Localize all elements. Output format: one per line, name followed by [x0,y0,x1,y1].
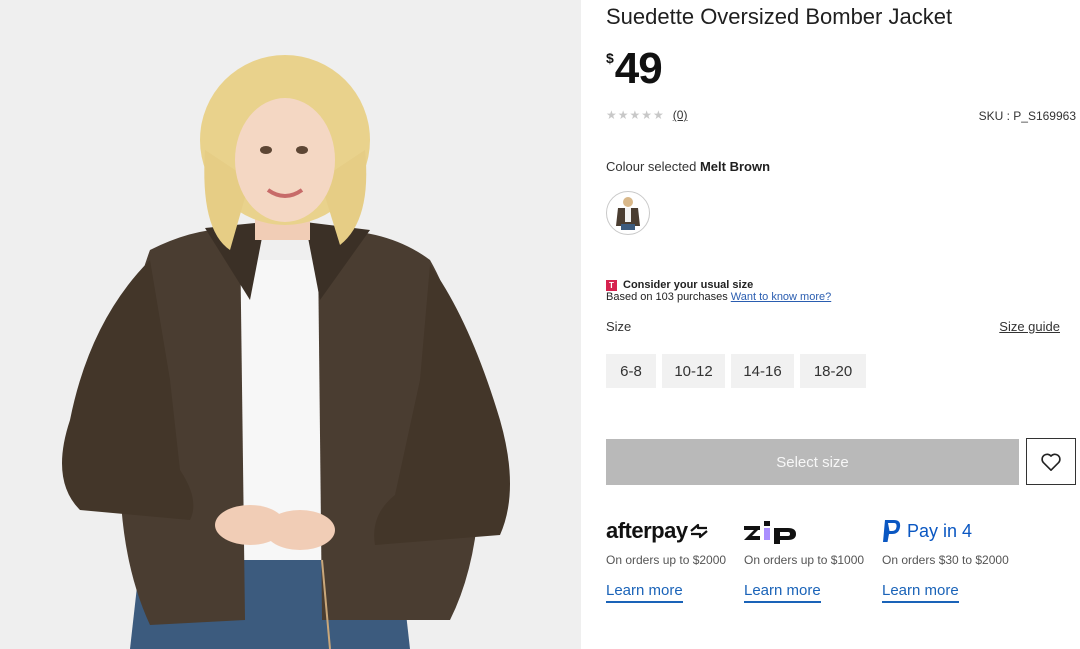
fit-heading: Consider your usual size [623,279,754,291]
review-count-link[interactable]: (0) [673,108,688,122]
colour-selected: Colour selected Melt Brown [606,159,770,174]
paypal-pay-in-4: Pay in 4 [907,520,973,541]
colour-label: Colour selected [606,159,697,174]
paypal-description: On orders $30 to $2000 [882,553,1009,567]
afterpay-name: afterpay [606,518,688,543]
heart-icon [1041,453,1061,471]
afterpay-option: afterpay On orders up to $2000 Learn mor… [606,516,736,603]
rating: ★★★★★ (0) [606,108,687,122]
zip-logo: zip [744,516,874,546]
sku: SKU : P_S169963 [978,109,1076,123]
afterpay-learn-more-link[interactable]: Learn more [606,582,683,603]
zip-learn-more-link[interactable]: Learn more [744,582,821,603]
model-photo [0,0,581,649]
wishlist-button[interactable] [1026,438,1076,485]
fit-text: Based on 103 purchases [606,291,728,303]
fit-badge-icon: T [606,279,617,291]
size-option-18-20[interactable]: 18-20 [800,354,866,388]
select-size-button[interactable]: Select size [606,439,1019,485]
product-details: Suedette Oversized Bomber Jacket $49 ★★★… [606,0,1076,649]
product-title: Suedette Oversized Bomber Jacket [606,4,953,29]
afterpay-logo: afterpay [606,516,736,546]
size-option-10-12[interactable]: 10-12 [662,354,725,388]
price-amount: 49 [614,44,663,93]
colour-swatch[interactable] [606,191,650,235]
size-option-6-8[interactable]: 6-8 [606,354,656,388]
paypal-learn-more-link[interactable]: Learn more [882,582,959,603]
zip-logo-icon [744,521,796,544]
colour-value: Melt Brown [699,159,771,174]
star-rating-icon: ★★★★★ [606,108,665,122]
fit-advice: T Consider your usual size Based on 103 p… [606,279,831,303]
size-label: Size [606,319,632,334]
swatch-thumbnail [616,197,640,230]
size-options: 6-8 10-12 14-16 18-20 [606,354,866,388]
zip-description: On orders up to $1000 [744,553,865,567]
afterpay-arrows-icon [689,523,708,539]
product-price: $49 [606,44,663,94]
size-guide-link[interactable]: Size guide [999,319,1060,334]
currency-symbol: $ [606,50,614,66]
want-to-know-more-link[interactable]: Want to know more? [731,291,831,303]
paypal-logo: Pay in 4 [882,516,1012,546]
size-option-14-16[interactable]: 14-16 [731,354,794,388]
product-image[interactable] [0,0,581,649]
paypal-icon [883,520,901,542]
zip-option: zip On orders up to $1000 Learn more [744,516,874,603]
paypal-option: Pay in 4 On orders $30 to $2000 Learn mo… [882,516,1012,603]
afterpay-description: On orders up to $2000 [606,553,727,567]
